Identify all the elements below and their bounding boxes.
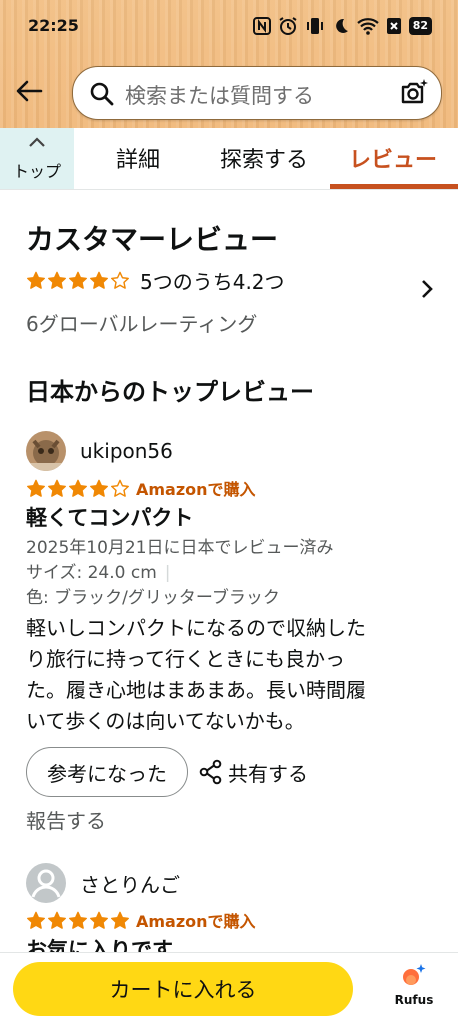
active-tab-indicator <box>330 184 458 189</box>
star-filled-icon <box>69 271 87 289</box>
review-title: お気に入りです <box>26 938 173 952</box>
star-filled-icon <box>69 479 87 497</box>
reviewer-profile[interactable]: ukipon56 <box>26 430 436 472</box>
star-filled-icon <box>48 271 66 289</box>
share-button[interactable]: 共有する <box>198 758 308 787</box>
review-body-line: り旅行に持って行くときにも良かっ <box>26 647 345 671</box>
reviewer-name: ukipon56 <box>80 439 173 463</box>
global-ratings-count: 6グローバルレーティング <box>26 312 258 336</box>
star-filled-icon <box>27 479 45 497</box>
review-body-line: いて歩くのは向いてないかも。 <box>26 709 305 733</box>
report-link[interactable]: 報告する <box>26 805 436 834</box>
avatar <box>26 863 66 903</box>
reviewer-profile[interactable]: さとりんご <box>26 862 436 904</box>
review-body: 軽いしコンパクトになるので収納した り旅行に持って行くときにも良かっ た。履き心… <box>26 613 436 737</box>
rufus-icon <box>403 964 426 985</box>
bottom-bar: カートに入れる Rufus <box>0 952 458 1024</box>
search-placeholder: 検索または質問する <box>125 84 314 108</box>
review-date: 2025年10月21日に日本でレビュー済み <box>26 538 334 558</box>
review-body-line: た。履き心地はまあまあ。長い時間履 <box>26 678 366 702</box>
tab-bar: トップ 詳細 探索する レビュー <box>0 128 458 190</box>
overall-rating[interactable]: 5つのうち4.2つ <box>26 266 285 295</box>
add-to-cart-button[interactable]: カートに入れる <box>13 962 353 1016</box>
share-label: 共有する <box>228 761 308 786</box>
status-icons: 82 <box>252 14 432 38</box>
review-title: 軽くてコンパクト <box>26 506 194 530</box>
tab-details[interactable]: 詳細 <box>116 142 160 174</box>
tab-reviews[interactable]: レビュー <box>349 142 437 174</box>
helpful-button[interactable]: 参考になった <box>26 747 188 797</box>
separator: | <box>164 563 171 583</box>
camera-search-icon[interactable] <box>399 78 429 108</box>
star-filled-icon <box>48 911 66 929</box>
star-filled-icon <box>90 479 108 497</box>
star-filled-icon <box>48 479 66 497</box>
customer-reviews-heading: カスタマーレビュー <box>26 223 279 256</box>
star-filled-icon <box>27 911 45 929</box>
top-reviews-heading: 日本からのトップレビュー <box>26 378 314 406</box>
star-filled-icon <box>90 271 108 289</box>
arrow-left-icon <box>16 80 43 102</box>
star-filled-icon <box>111 911 129 929</box>
chevron-up-icon <box>29 137 45 147</box>
star-empty-icon <box>111 271 129 289</box>
review-stars <box>26 479 130 498</box>
verified-purchase-badge: Amazonで購入 <box>136 480 256 499</box>
tab-explore[interactable]: 探索する <box>220 142 308 174</box>
search-input[interactable]: 検索または質問する <box>72 66 442 120</box>
star-filled-icon <box>69 911 87 929</box>
search-icon <box>90 82 114 106</box>
tab-top-label: トップ <box>12 162 61 181</box>
status-bar: 22:25 82 <box>0 0 458 52</box>
star-filled-icon <box>90 911 108 929</box>
battery-icon: 82 <box>408 17 432 35</box>
star-filled-icon <box>27 271 45 289</box>
header: 22:25 82 検索または質問する <box>0 0 458 128</box>
review-item: さとりんご Amazonで購入 お気に入りです <box>26 862 436 952</box>
alarm-icon <box>279 17 297 35</box>
star-empty-icon <box>111 479 129 497</box>
review-item: ukipon56 Amazonで購入 軽くてコンパクト 2025年10月21日に… <box>26 430 436 834</box>
verified-purchase-badge: Amazonで購入 <box>136 912 256 931</box>
overall-stars <box>26 271 130 290</box>
share-icon <box>199 759 222 785</box>
nfc-icon <box>252 17 271 35</box>
review-actions: 参考になった 共有する <box>26 747 436 797</box>
chevron-right-icon[interactable] <box>420 278 434 300</box>
rufus-label: Rufus <box>394 993 434 1007</box>
review-size: サイズ: 24.0 cm <box>26 563 157 583</box>
rufus-button[interactable]: Rufus <box>386 963 442 1007</box>
review-rating: Amazonで購入 <box>26 908 436 932</box>
review-body-line: 軽いしコンパクトになるので収納した <box>26 616 366 640</box>
tab-top[interactable]: トップ <box>0 128 74 189</box>
status-time: 22:25 <box>28 16 79 35</box>
review-size-row: サイズ: 24.0 cm | <box>26 561 436 586</box>
rating-text: 5つのうち4.2つ <box>140 270 285 294</box>
wifi-icon <box>356 18 379 35</box>
back-button[interactable] <box>12 74 46 108</box>
avatar <box>26 431 66 471</box>
vibrate-icon <box>306 18 323 34</box>
review-stars <box>26 911 130 930</box>
review-color: 色: ブラック/グリッターブラック <box>26 588 280 608</box>
x-icon <box>386 18 401 34</box>
reviewer-name: さとりんご <box>80 872 180 897</box>
review-rating: Amazonで購入 <box>26 476 436 500</box>
moon-icon <box>335 18 348 33</box>
